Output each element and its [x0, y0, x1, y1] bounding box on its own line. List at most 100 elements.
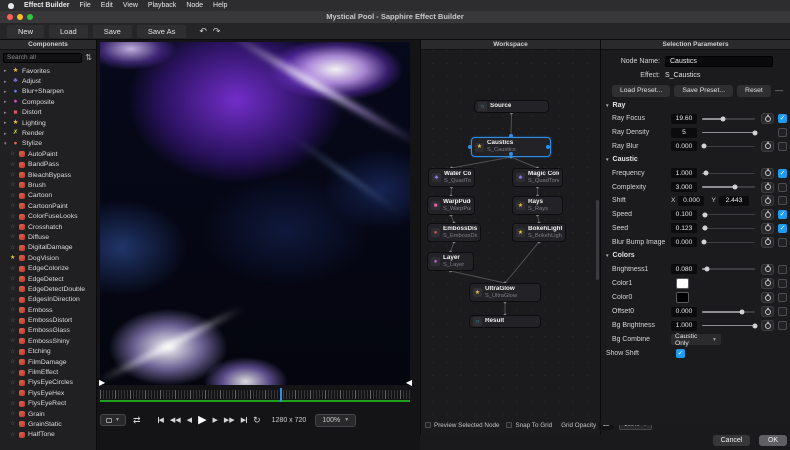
snap-to-grid-checkbox[interactable] [506, 422, 512, 428]
param-value-input[interactable]: 19.60 [671, 114, 697, 124]
param-enable-checkbox[interactable] [778, 196, 787, 205]
param-value-input[interactable]: 5 [671, 128, 697, 138]
sidebar-item-flyseyehex[interactable]: ☆FlysEyeHex [0, 388, 96, 398]
collapse-panel-icon[interactable]: — [775, 86, 783, 95]
param-slider[interactable] [702, 128, 755, 137]
x-value-input[interactable]: 0.000 [678, 196, 704, 206]
menu-item-playback[interactable]: Playback [148, 2, 176, 9]
menu-item-help[interactable]: Help [213, 2, 227, 9]
disclosure-triangle-icon[interactable]: ▸ [4, 110, 9, 116]
param-slider[interactable] [702, 238, 755, 247]
param-slider[interactable] [702, 224, 755, 233]
go-to-start-button[interactable]: ◀ [158, 417, 164, 424]
keyframe-dial-button[interactable] [761, 195, 774, 206]
keyframe-dial-button[interactable] [761, 182, 774, 193]
param-enable-checkbox[interactable]: ✓ [778, 169, 787, 178]
param-slider[interactable] [702, 321, 755, 330]
node-name-input[interactable] [665, 56, 773, 67]
node-connector-handle[interactable] [546, 145, 550, 149]
sidebar-item-emboss[interactable]: ☆Emboss [0, 305, 96, 315]
disclosure-triangle-icon[interactable]: ▸ [4, 99, 9, 105]
sidebar-item-etching[interactable]: ☆Etching [0, 347, 96, 357]
menu-item-file[interactable]: File [80, 2, 91, 9]
step-back-button[interactable]: ◀ [187, 417, 192, 424]
sidebar-category-adjust[interactable]: ▸♣Adjust [0, 76, 96, 86]
sidebar-item-bleachbypass[interactable]: ☆BleachBypass [0, 170, 96, 180]
sidebar-item-flyseyecircles[interactable]: ☆FlysEyeCircles [0, 378, 96, 388]
favorite-star-icon[interactable]: ☆ [10, 224, 16, 230]
node-graph-canvas[interactable]: ○Source★CausticsS_Caustics♣Water ColorS_… [421, 50, 600, 415]
play-button[interactable]: ▶ [198, 415, 206, 426]
favorite-star-icon[interactable]: ☆ [10, 162, 16, 168]
disclosure-triangle-icon[interactable]: ▸ [4, 89, 9, 95]
show-shift-checkbox[interactable]: ✓ [676, 349, 685, 358]
sidebar-category-lighting[interactable]: ▸★Lighting [0, 118, 96, 128]
param-value-input[interactable]: 0.080 [671, 264, 697, 274]
sidebar-item-cartoonpaint[interactable]: ☆CartoonPaint [0, 201, 96, 211]
favorite-star-icon[interactable]: ☆ [10, 245, 16, 251]
node-water-color[interactable]: ♣Water ColorS_QuadTone [428, 168, 475, 187]
reset-button[interactable]: Reset [737, 85, 771, 97]
save-button[interactable]: Save [93, 25, 132, 38]
section-header-caustic[interactable]: ▾Caustic [601, 153, 790, 166]
favorite-star-icon[interactable]: ☆ [10, 349, 16, 355]
param-enable-checkbox[interactable] [778, 238, 787, 247]
sidebar-item-embossshiny[interactable]: ☆EmbossShiny [0, 336, 96, 346]
apple-menu-icon[interactable] [8, 3, 14, 9]
timeline-playhead[interactable] [280, 388, 282, 402]
node-connector-handle[interactable] [509, 134, 513, 138]
sidebar-item-edgedetect[interactable]: ☆EdgeDetect [0, 274, 96, 284]
favorite-star-icon[interactable]: ☆ [10, 182, 16, 188]
param-enable-checkbox[interactable] [778, 142, 787, 151]
param-enable-checkbox[interactable] [778, 265, 787, 274]
param-enable-checkbox[interactable] [778, 128, 787, 137]
disclosure-triangle-icon[interactable]: ▾ [4, 141, 9, 147]
favorite-star-icon[interactable]: ☆ [10, 390, 16, 396]
favorite-star-icon[interactable]: ☆ [10, 432, 16, 438]
sidebar-category-stylize[interactable]: ▾●Stylize [0, 139, 96, 149]
favorite-star-icon[interactable]: ☆ [10, 318, 16, 324]
close-window-button[interactable] [7, 14, 13, 20]
param-slider[interactable] [702, 183, 755, 192]
preview-image[interactable] [100, 42, 410, 385]
param-slider[interactable] [702, 142, 755, 151]
sidebar-item-digitaldamage[interactable]: ☆DigitalDamage [0, 243, 96, 253]
param-value-input[interactable]: 0.123 [671, 223, 697, 233]
node-warppuddle[interactable]: ■WarpPuddleS_WarpPuddle [427, 196, 475, 215]
node-source[interactable]: ○Source [474, 100, 549, 113]
color-swatch[interactable] [676, 278, 689, 289]
param-value-input[interactable]: 0.000 [671, 237, 697, 247]
keyframe-dial-button[interactable] [761, 264, 774, 275]
menu-item-view[interactable]: View [123, 2, 138, 9]
preview-zoom-dropdown[interactable]: 100%▼ [315, 414, 356, 427]
sidebar-item-colorfuselooks[interactable]: ☆ColorFuseLooks [0, 211, 96, 221]
param-enable-checkbox[interactable] [778, 293, 787, 302]
fast-forward-button[interactable]: ▶▶ [224, 417, 235, 424]
disclosure-triangle-icon[interactable]: ▸ [4, 68, 9, 74]
sidebar-category-composite[interactable]: ▸●Composite [0, 97, 96, 107]
sidebar-category-favorites[interactable]: ▸★Favorites [0, 66, 96, 76]
param-value-input[interactable]: 1.000 [671, 321, 697, 331]
param-enable-checkbox[interactable] [778, 307, 787, 316]
node-ultraglow[interactable]: ★UltraGlowS_UltraGlow [469, 283, 541, 302]
sidebar-item-halftone[interactable]: ☆HalfTone [0, 430, 96, 440]
param-slider[interactable] [702, 169, 755, 178]
keyframe-dial-button[interactable] [761, 278, 774, 289]
go-to-end-button[interactable]: ▶ [241, 417, 247, 424]
favorite-star-icon[interactable]: ★ [10, 255, 16, 261]
favorite-star-icon[interactable]: ☆ [10, 151, 16, 157]
favorite-star-icon[interactable]: ☆ [10, 370, 16, 376]
sidebar-item-brush[interactable]: ☆Brush [0, 180, 96, 190]
node-layer[interactable]: ●LayerS_Layer [427, 252, 474, 271]
keyframe-dial-button[interactable] [761, 292, 774, 303]
zoom-window-button[interactable] [27, 14, 33, 20]
sidebar-category-render[interactable]: ▸✗Render [0, 128, 96, 138]
favorite-star-icon[interactable]: ☆ [10, 307, 16, 313]
workspace-scrollbar[interactable] [596, 200, 599, 280]
node-magic-color[interactable]: ♣Magic ColorS_QuadTone [512, 168, 563, 187]
menu-item-node[interactable]: Node [186, 2, 203, 9]
favorite-star-icon[interactable]: ☆ [10, 411, 16, 417]
components-search-input[interactable] [3, 53, 82, 63]
node-bokehlights[interactable]: ★BokehLightsS_BokehLights [512, 223, 566, 242]
ok-button[interactable]: OK [759, 435, 787, 446]
